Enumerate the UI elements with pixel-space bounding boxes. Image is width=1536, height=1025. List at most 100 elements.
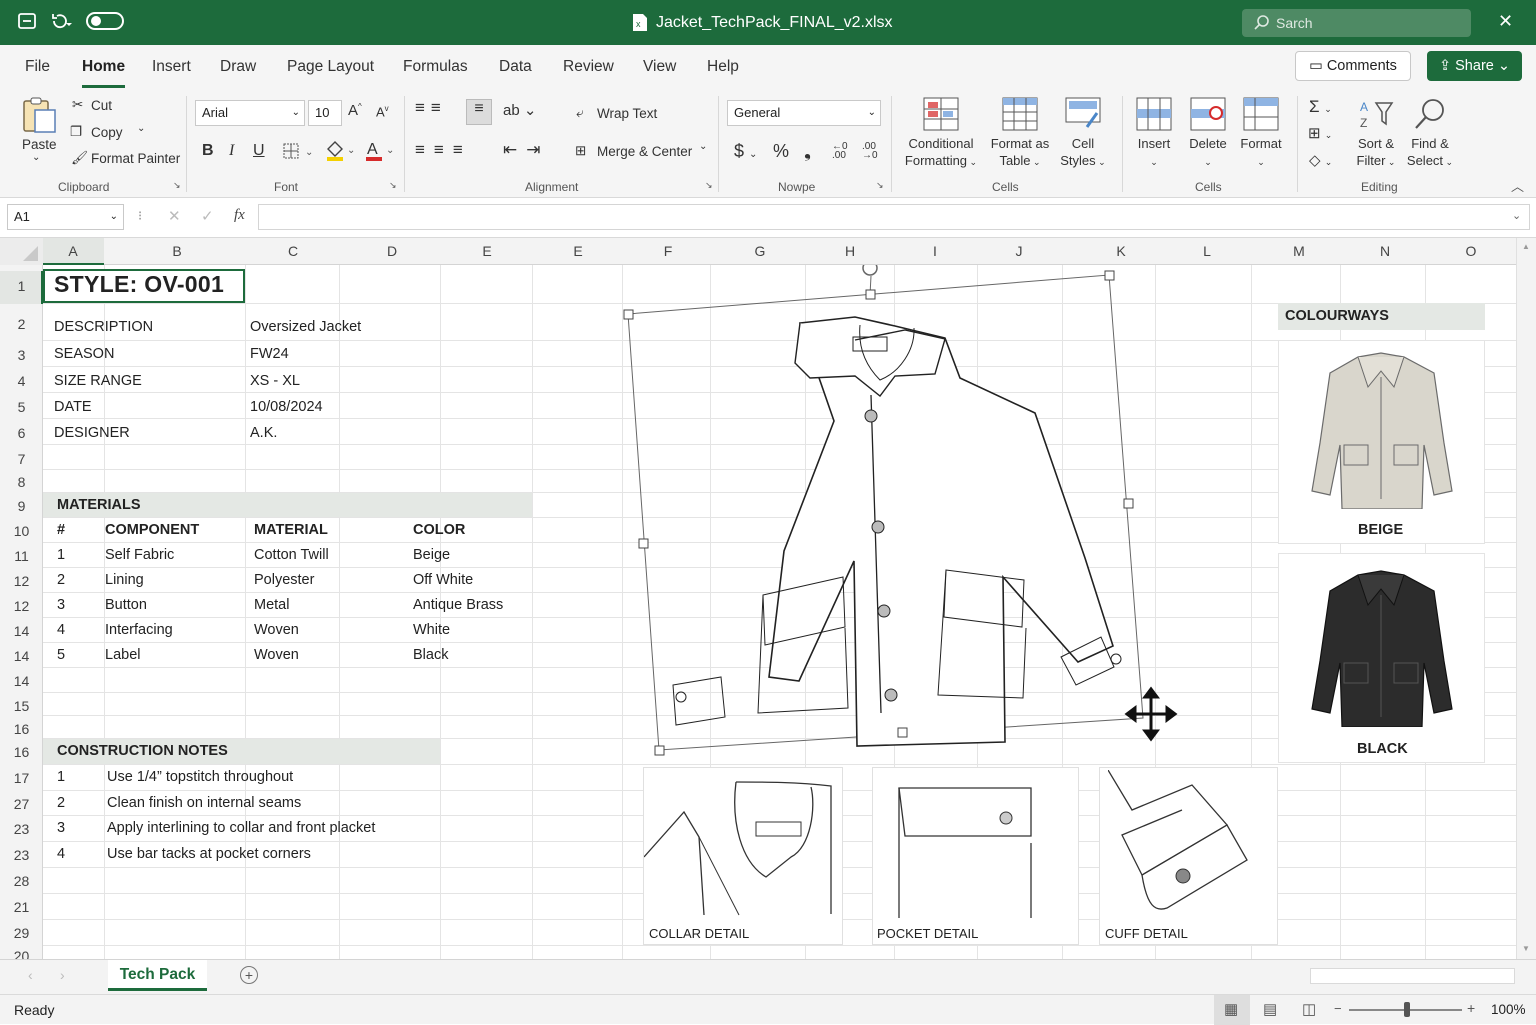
close-icon[interactable]: ✕: [1498, 11, 1513, 32]
info-value[interactable]: FW24: [250, 346, 289, 362]
row-header[interactable]: 6: [0, 425, 43, 441]
merge-center-button[interactable]: Merge & Center: [597, 144, 692, 159]
row-header[interactable]: 16: [0, 744, 43, 760]
row-header[interactable]: 29: [0, 925, 43, 941]
info-label[interactable]: SEASON: [54, 346, 114, 362]
column-header[interactable]: M: [1293, 243, 1305, 259]
decrease-font-icon[interactable]: Av: [376, 104, 389, 119]
row-header[interactable]: 21: [0, 899, 43, 915]
format-as-table-button[interactable]: Format as Table ⌄: [985, 97, 1055, 171]
note-number[interactable]: 2: [57, 795, 65, 811]
column-header[interactable]: O: [1466, 243, 1477, 259]
increase-decimal-icon[interactable]: ←0.00: [832, 142, 848, 161]
row-header[interactable]: 23: [0, 821, 43, 837]
table-cell[interactable]: Woven: [254, 622, 299, 638]
table-cell[interactable]: 3: [57, 597, 65, 613]
cancel-icon[interactable]: ✕: [168, 207, 181, 225]
info-label[interactable]: DESCRIPTION: [54, 319, 153, 335]
autosave-toggle[interactable]: [86, 12, 124, 30]
format-cells-button[interactable]: Format ⌄: [1236, 97, 1286, 171]
number-format-select[interactable]: General ⌄: [727, 100, 881, 126]
sheet-tab-tech-pack[interactable]: Tech Pack: [108, 960, 207, 991]
row-header[interactable]: 28: [0, 873, 43, 889]
table-cell[interactable]: Button: [105, 597, 147, 613]
chevron-down-icon[interactable]: ⌄: [32, 152, 40, 163]
table-cell[interactable]: Metal: [254, 597, 289, 613]
zoom-out-icon[interactable]: −: [1334, 1001, 1342, 1016]
enter-icon[interactable]: ✓: [201, 207, 214, 225]
prev-sheet-icon[interactable]: ‹: [28, 967, 33, 983]
zoom-in-icon[interactable]: +: [1467, 1000, 1475, 1016]
row-header[interactable]: 1: [0, 278, 43, 294]
zoom-slider-handle[interactable]: [1404, 1002, 1410, 1017]
materials-col-header[interactable]: COLOR: [413, 522, 465, 538]
table-cell[interactable]: Black: [413, 647, 448, 663]
row-header[interactable]: 27: [0, 796, 43, 812]
clear-icon[interactable]: ◇ ⌄: [1309, 151, 1332, 169]
row-header[interactable]: 17: [0, 770, 43, 786]
comments-button[interactable]: ▭ Comments: [1295, 51, 1411, 81]
table-cell[interactable]: White: [413, 622, 450, 638]
bold-button[interactable]: B: [202, 142, 214, 160]
chevron-down-icon[interactable]: ⌄: [699, 141, 707, 152]
tab-view[interactable]: View: [643, 58, 676, 76]
underline-button[interactable]: U: [253, 142, 265, 160]
wrap-text-button[interactable]: Wrap Text: [597, 106, 657, 121]
format-painter-button[interactable]: Format Painter: [91, 151, 180, 166]
info-value[interactable]: 10/08/2024: [250, 399, 323, 415]
font-color-icon[interactable]: A ⌄: [364, 140, 396, 162]
table-cell[interactable]: 2: [57, 572, 65, 588]
vertical-scrollbar[interactable]: ▲ ▼: [1516, 238, 1536, 959]
page-break-view-icon[interactable]: ◫: [1302, 1000, 1316, 1018]
tab-draw[interactable]: Draw: [220, 58, 256, 76]
table-cell[interactable]: Antique Brass: [413, 597, 503, 613]
table-cell[interactable]: Cotton Twill: [254, 547, 329, 563]
materials-col-header[interactable]: #: [57, 522, 65, 538]
column-header[interactable]: E: [482, 243, 491, 259]
info-label[interactable]: DATE: [54, 399, 92, 415]
expand-formula-icon[interactable]: ⌄: [1512, 209, 1521, 222]
copy-button[interactable]: Copy: [91, 125, 123, 140]
add-sheet-icon[interactable]: +: [240, 966, 258, 984]
row-header[interactable]: 8: [0, 474, 43, 490]
table-cell[interactable]: Label: [105, 647, 140, 663]
currency-icon[interactable]: $ ⌄: [734, 141, 757, 162]
colourway-label[interactable]: BLACK: [1357, 741, 1408, 757]
delete-cells-button[interactable]: Delete ⌄: [1184, 97, 1232, 171]
comma-style-icon[interactable]: ❟: [804, 141, 811, 162]
row-header[interactable]: 7: [0, 451, 43, 467]
dialog-launcher-icon[interactable]: ↘: [173, 180, 181, 191]
note-number[interactable]: 4: [57, 846, 65, 862]
row-header[interactable]: 2: [0, 316, 43, 332]
next-sheet-icon[interactable]: ›: [60, 967, 65, 983]
find-select-button[interactable]: Find & Select ⌄: [1402, 97, 1458, 171]
decrease-decimal-icon[interactable]: .00 →0: [862, 142, 878, 161]
note-text[interactable]: Apply interlining to collar and front pl…: [107, 820, 375, 836]
info-label[interactable]: DESIGNER: [54, 425, 130, 441]
indent-icons[interactable]: ⇤⇥: [503, 140, 550, 160]
row-header[interactable]: 11: [0, 548, 43, 564]
table-cell[interactable]: Off White: [413, 572, 473, 588]
beige-jacket-image[interactable]: [1298, 347, 1464, 509]
column-header[interactable]: C: [288, 243, 298, 259]
table-cell[interactable]: Beige: [413, 547, 450, 563]
row-header[interactable]: 4: [0, 373, 43, 389]
fill-color-icon[interactable]: ⌄: [325, 140, 357, 162]
note-number[interactable]: 1: [57, 769, 65, 785]
column-header[interactable]: B: [172, 243, 181, 259]
collapse-ribbon-icon[interactable]: ︿: [1511, 176, 1524, 195]
row-header[interactable]: 10: [0, 523, 43, 539]
note-text[interactable]: Clean finish on internal seams: [107, 795, 301, 811]
vertical-align-icons[interactable]: ≡≡: [415, 98, 447, 118]
dialog-launcher-icon[interactable]: ↘: [705, 180, 713, 191]
row-header[interactable]: 14: [0, 673, 43, 689]
info-value[interactable]: Oversized Jacket: [250, 319, 361, 335]
row-header[interactable]: 3: [0, 347, 43, 363]
formula-input[interactable]: [258, 204, 1530, 230]
note-number[interactable]: 3: [57, 820, 65, 836]
table-cell[interactable]: Interfacing: [105, 622, 173, 638]
scroll-down-icon[interactable]: ▼: [1522, 944, 1530, 953]
tab-home[interactable]: Home: [82, 58, 126, 88]
tab-review[interactable]: Review: [563, 58, 614, 76]
table-cell[interactable]: 4: [57, 622, 65, 638]
